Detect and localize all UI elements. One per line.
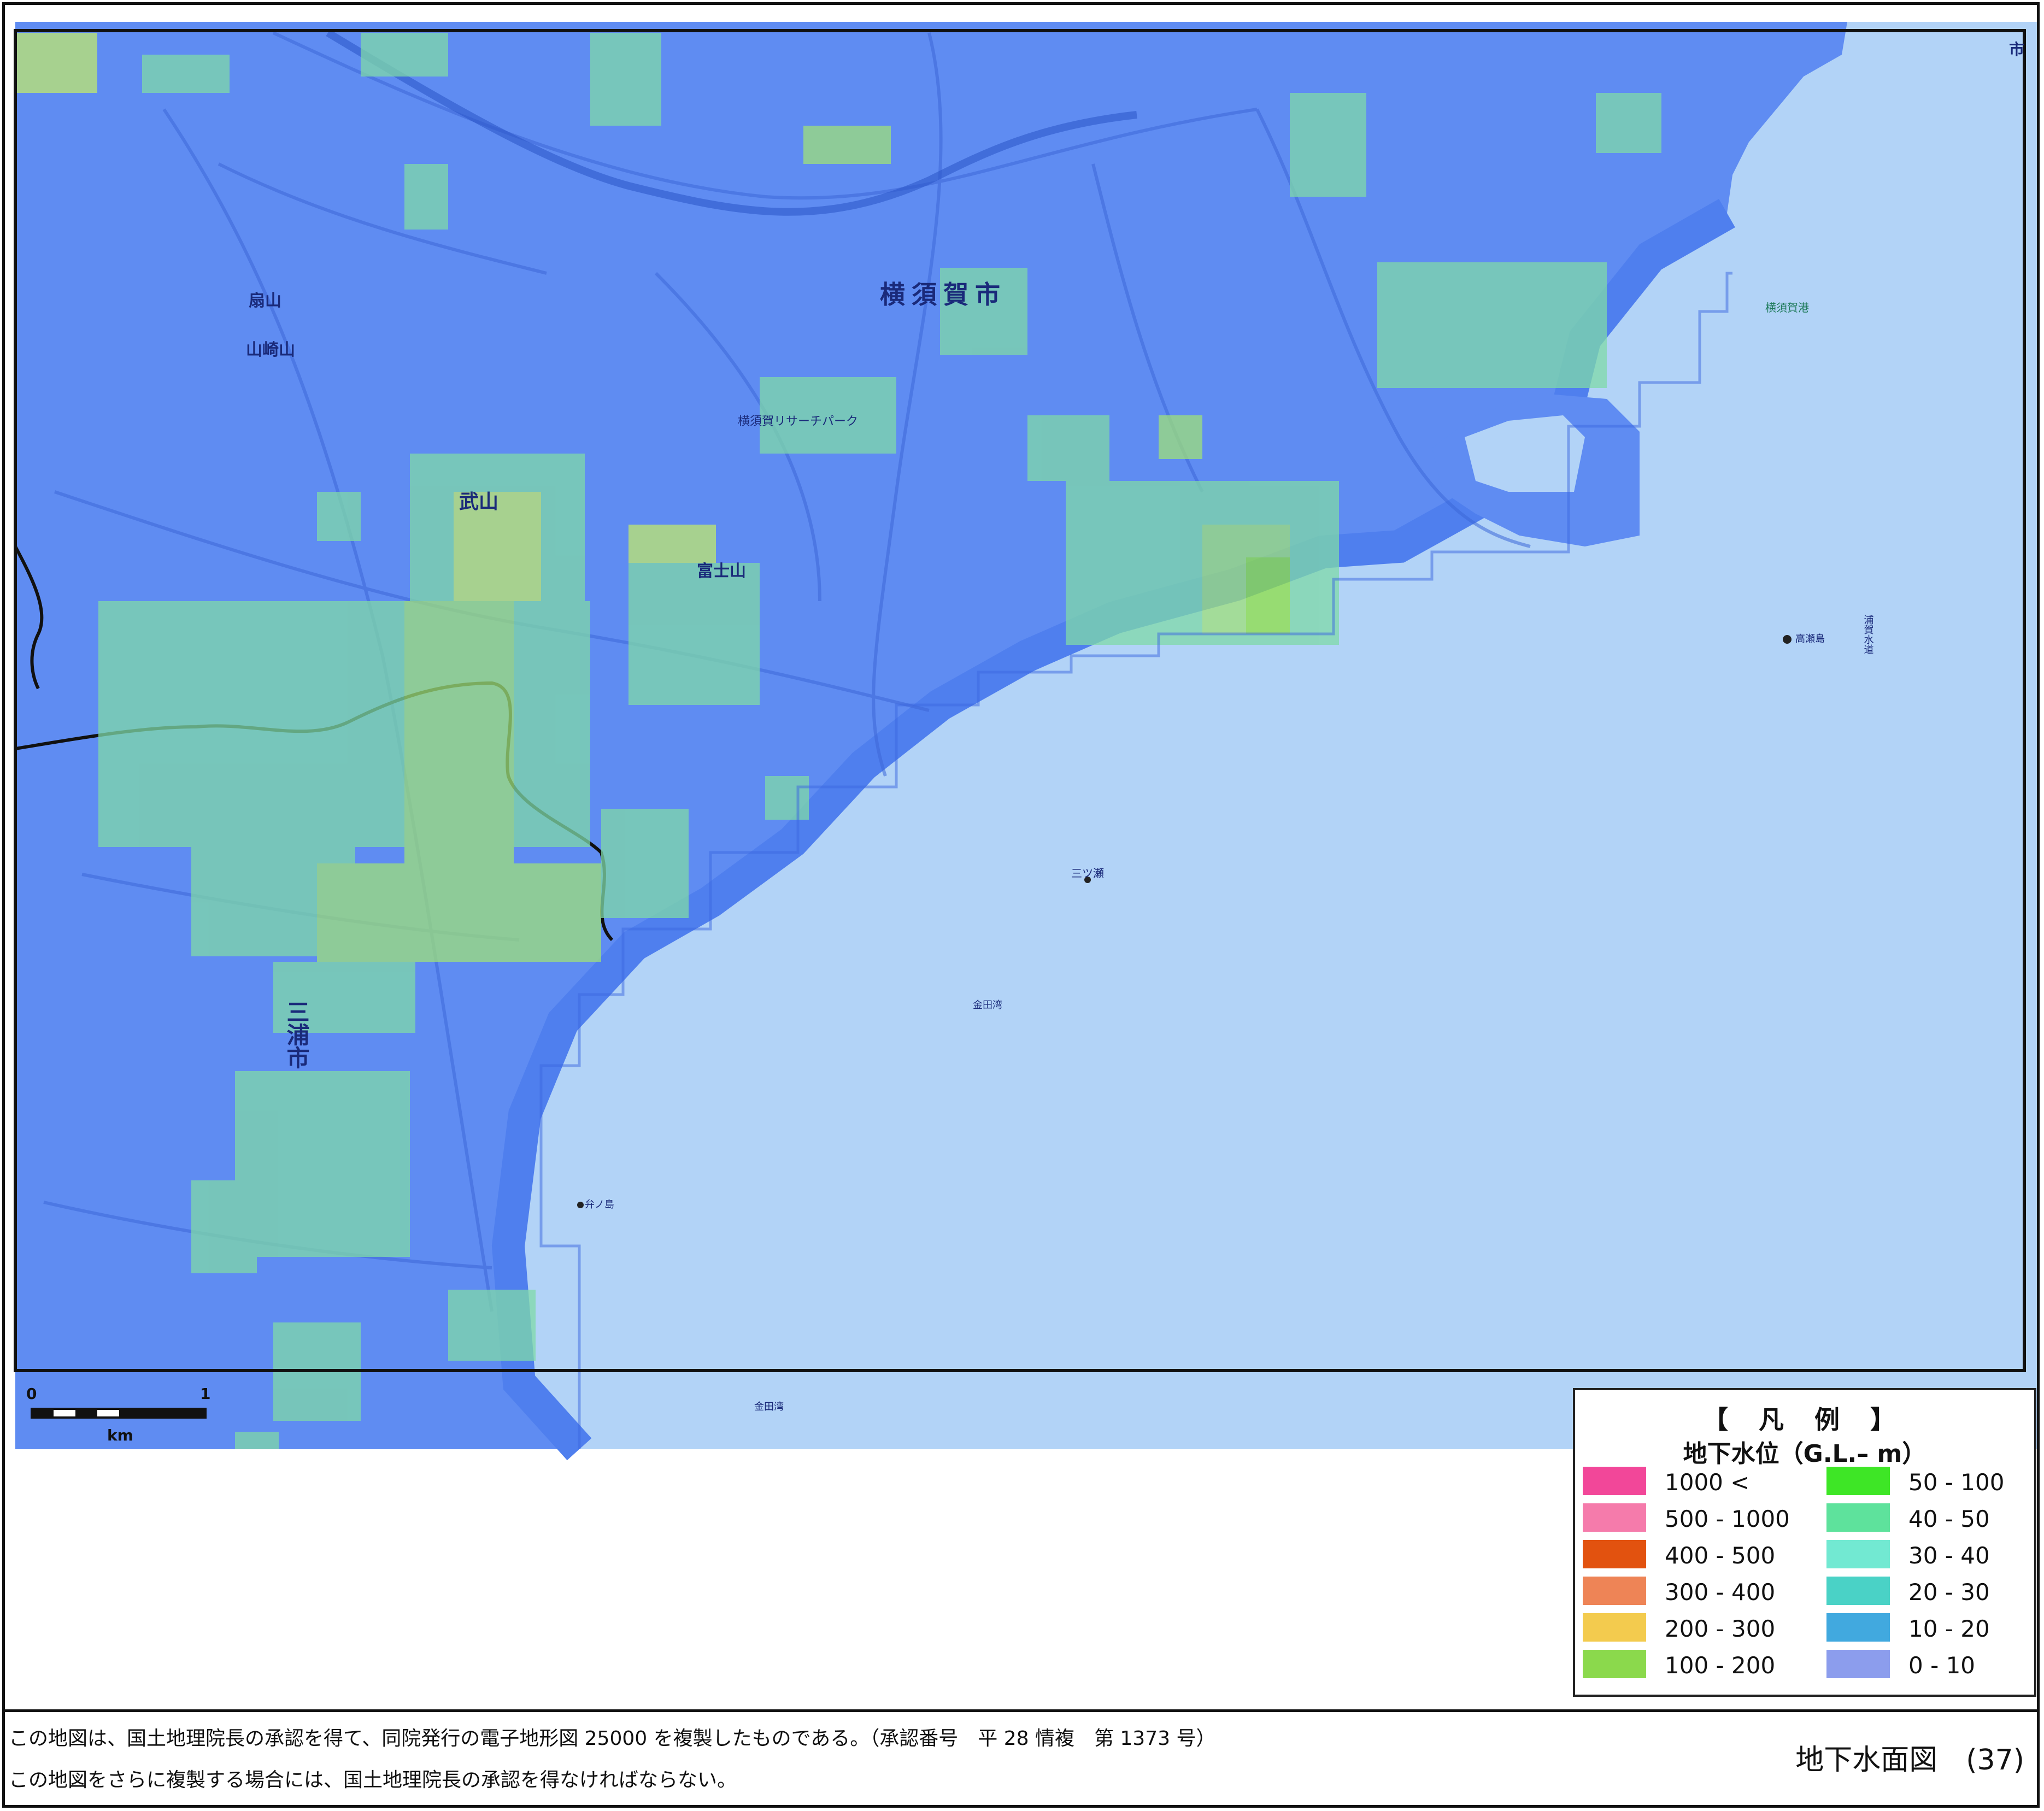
legend-swatch [1583, 1613, 1646, 1642]
legend-swatch [1826, 1540, 1890, 1568]
legend-label: 300 - 400 [1665, 1579, 1776, 1606]
legend-label: 10 - 20 [1908, 1615, 1990, 1642]
legend-label: 200 - 300 [1665, 1615, 1776, 1642]
legend-subtitle: 地下水位（G.L.– m） [1683, 1440, 1926, 1468]
reproduction-notice: この地図をさらに複製する場合には、国土地理院長の承認を得なければならない。 [9, 1769, 737, 1791]
legend-label: 1000 < [1665, 1469, 1750, 1496]
legend-label: 500 - 1000 [1665, 1506, 1790, 1532]
legend-swatch [1583, 1503, 1646, 1532]
legend-swatch [1583, 1540, 1646, 1568]
legend-label: 20 - 30 [1908, 1579, 1990, 1606]
legend-label: 50 - 100 [1908, 1469, 2005, 1496]
footer-divider [2, 1709, 2040, 1712]
legend-label: 0 - 10 [1908, 1652, 1976, 1679]
legend-label: 100 - 200 [1665, 1652, 1776, 1679]
legend-swatch [1826, 1613, 1890, 1642]
legend-swatch [1826, 1577, 1890, 1605]
legend-swatch [1583, 1577, 1646, 1605]
legend-swatch [1826, 1467, 1890, 1495]
legend-swatch [1826, 1650, 1890, 1678]
legend-swatch [1583, 1467, 1646, 1495]
legend-label: 30 - 40 [1908, 1542, 1990, 1569]
legend-swatch [1826, 1503, 1890, 1532]
legend-panel: 【 凡 例 】 地下水位（G.L.– m） 1000 < 500 - 1000 40… [1573, 1388, 2036, 1697]
legend-label: 400 - 500 [1665, 1542, 1776, 1569]
legend-swatch [1583, 1650, 1646, 1678]
sheet-title: 地下水面図 (37) [1795, 1744, 2024, 1777]
approval-notice: この地図は、国土地理院長の承認を得て、同院発行の電子地形図 25000 を複製し… [9, 1727, 1216, 1750]
legend-label: 40 - 50 [1908, 1506, 1990, 1532]
legend-title: 【 凡 例 】 [1702, 1405, 1907, 1434]
